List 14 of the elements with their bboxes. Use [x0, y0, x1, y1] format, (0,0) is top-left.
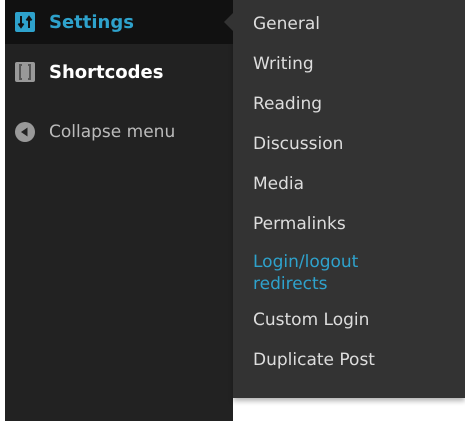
submenu-item[interactable]: Login/logout redirects — [233, 244, 423, 300]
submenu-item[interactable]: Writing — [233, 44, 423, 84]
collapse-menu-button[interactable]: Collapse menu — [5, 114, 233, 150]
submenu-item[interactable]: Reading — [233, 84, 423, 124]
submenu-item[interactable]: Media — [233, 164, 423, 204]
menu-item[interactable]: Shortcodes — [5, 50, 233, 94]
submenu-item[interactable]: Duplicate Post — [233, 340, 423, 380]
submenu-item[interactable]: Permalinks — [233, 204, 423, 244]
brackets-icon — [15, 62, 35, 82]
submenu-item[interactable]: Discussion — [233, 124, 423, 164]
sliders-icon — [15, 12, 35, 32]
submenu-item[interactable]: General — [233, 4, 423, 44]
submenu-item[interactable]: Custom Login — [233, 300, 423, 340]
menu-item[interactable]: Settings — [5, 0, 233, 44]
